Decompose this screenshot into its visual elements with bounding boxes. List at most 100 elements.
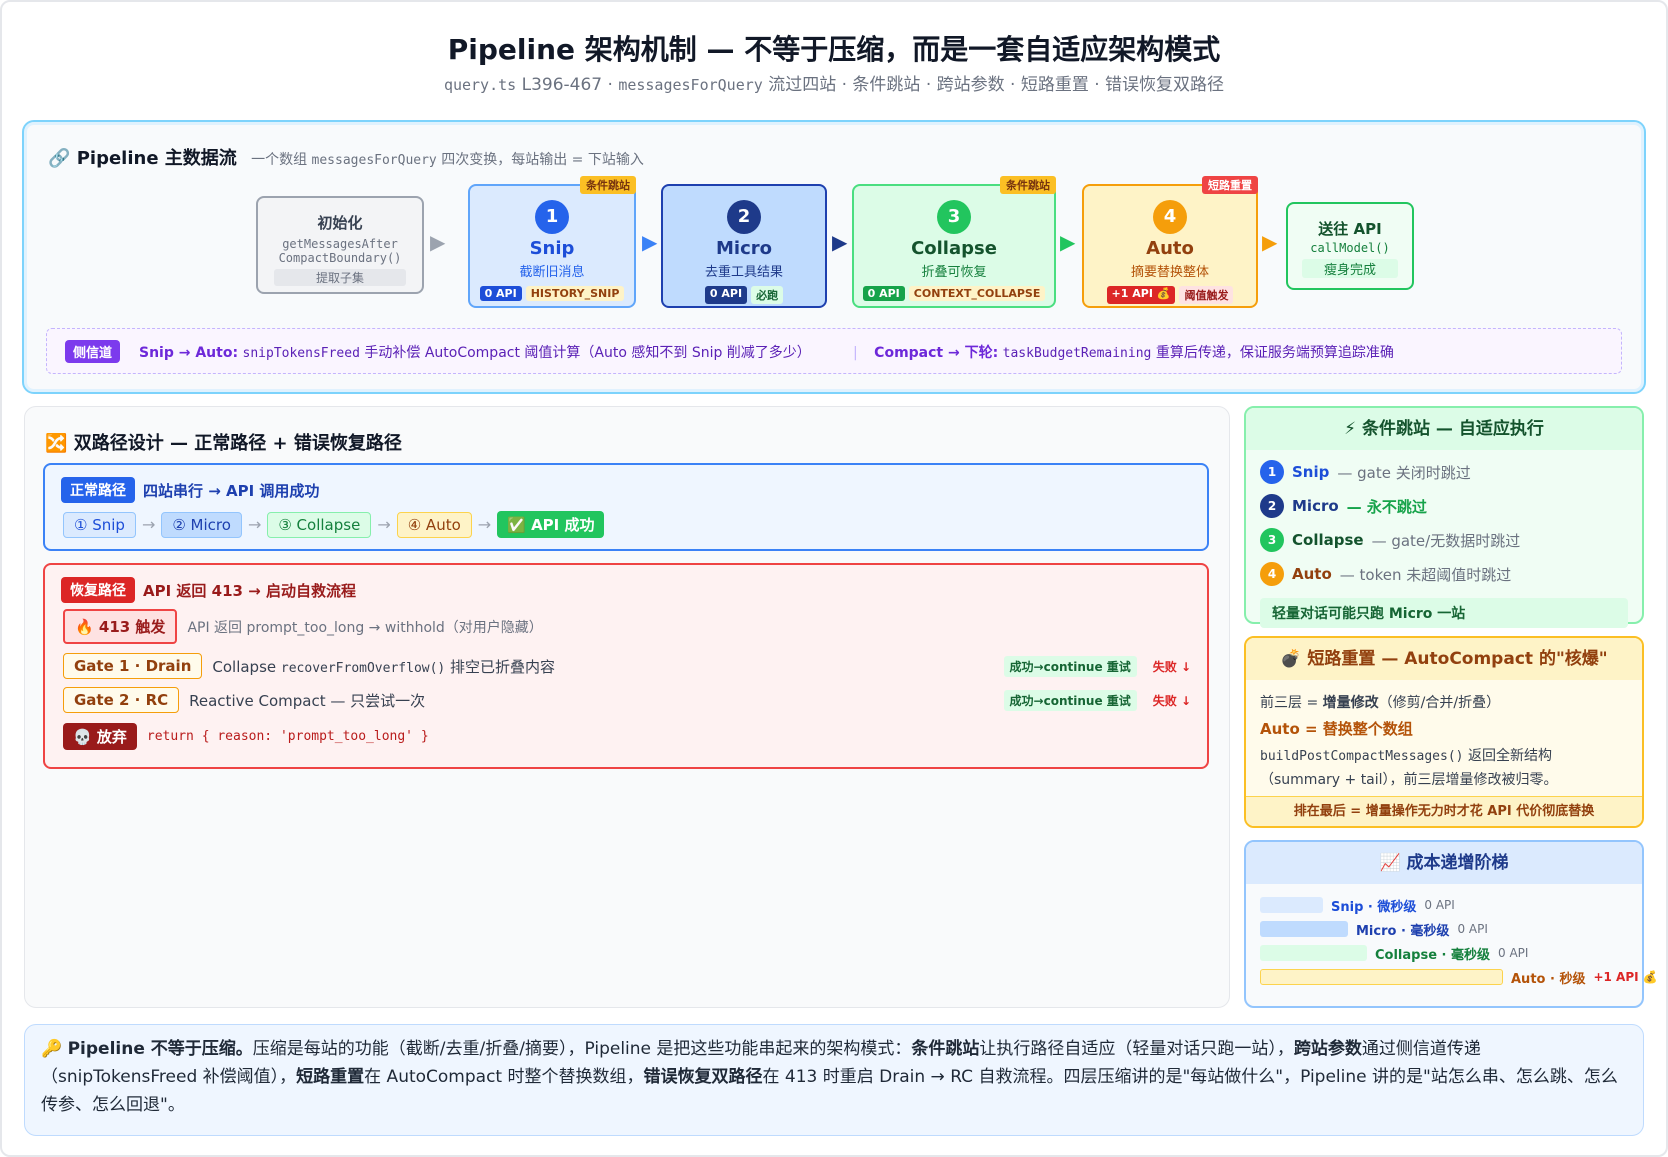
- summary-t4: 在 AutoCompact 时整个替换数组，: [364, 1067, 644, 1087]
- station-snip: 条件跳站 1 Snip 截断旧消息 0 API HISTORY_SNIP: [468, 176, 636, 308]
- chain-chip-success: ✅ API 成功: [497, 511, 605, 538]
- api-badge-micro: 0 API: [704, 286, 748, 304]
- station-number-2: 2: [727, 200, 761, 234]
- send-name: 送往 API: [1318, 220, 1382, 238]
- conditional-item-auto: 4 Auto — token 未超阈值时跳过: [1260, 562, 1642, 586]
- conditional-name-snip: Snip: [1292, 463, 1330, 481]
- abandon-badge: 💀 放弃: [63, 723, 137, 750]
- station-number-3: 3: [937, 200, 971, 234]
- summary-b2: 条件跳站: [911, 1039, 980, 1059]
- conditional-num-1: 1: [1260, 460, 1284, 484]
- init-name: 初始化: [317, 214, 363, 232]
- init-node: 初始化 getMessagesAfter CompactBoundary() 提…: [256, 196, 424, 294]
- conditional-desc-snip: — gate 关闭时跳过: [1337, 463, 1471, 482]
- station-collapse: 条件跳站 3 Collapse 折叠可恢复 0 API CONTEXT_COLLA…: [852, 176, 1056, 308]
- station-micro: 2 Micro 去重工具结果 0 API 必跑: [661, 184, 827, 308]
- gate2-desc: Reactive Compact — 只尝试一次: [189, 691, 426, 710]
- conditional-name-micro: Micro: [1292, 497, 1339, 515]
- station-name-collapse: Collapse: [911, 238, 997, 259]
- pipeline-sub-a: 一个数组: [251, 152, 312, 168]
- flag-badge-collapse: CONTEXT_COLLAPSE: [908, 286, 1046, 301]
- subtitle-code-var: messagesForQuery: [618, 76, 763, 94]
- station-desc-collapse: 折叠可恢复: [921, 265, 987, 280]
- gate1-badge: Gate 1 · Drain: [63, 653, 203, 679]
- conditional-item-micro: 2 Micro — 永不跳过: [1260, 494, 1642, 518]
- subtitle-text-b: 流过四站 · 条件跳站 · 跨站参数 · 短路重置 · 错误恢复双路径: [762, 75, 1225, 95]
- cost-row: Auto · 秒级 +1 API 💰: [1260, 966, 1658, 988]
- pipeline-panel: 🔗 Pipeline 主数据流 一个数组 messagesForQuery 四次…: [22, 120, 1646, 394]
- sc-l1-b: 增量修改: [1322, 695, 1379, 711]
- station-name-snip: Snip: [529, 238, 575, 259]
- summary-b5: 错误恢复双路径: [643, 1067, 763, 1087]
- conditional-skip-title: ⚡ 条件跳站 — 自适应执行: [1246, 408, 1642, 450]
- chain-arrow-3: →: [377, 515, 391, 534]
- gate1-desc-a: Collapse: [212, 657, 281, 676]
- cost-rows: Snip · 微秒级 0 API Micro · 毫秒级 0 API Collapse …: [1260, 894, 1658, 988]
- pipeline-title: 🔗 Pipeline 主数据流 一个数组 messagesForQuery 四次…: [48, 144, 644, 170]
- pipeline-subtitle: 一个数组 messagesForQuery 四次变换，每站输出 = 下站输入: [251, 152, 644, 168]
- send-code: callModel(): [1310, 241, 1390, 255]
- cost-row: Snip · 微秒级 0 API: [1260, 894, 1628, 916]
- sc-l1-a: 前三层 =: [1260, 695, 1323, 711]
- side-channel-bar: 侧信道 Snip → Auto: snipTokensFreed 手动补偿 Au…: [46, 328, 1622, 374]
- pipeline-sub-b: 四次变换，每站输出 = 下站输入: [436, 152, 644, 168]
- chain-arrow-4: →: [477, 515, 492, 534]
- cost-api: 0 API: [1457, 922, 1488, 936]
- dual-path-title-text: 双路径设计 — 正常路径 + 错误恢复路径: [73, 433, 402, 454]
- pipeline-arrow-3: ▶: [832, 230, 848, 254]
- sc-l3-code: buildPostCompactMessages(): [1260, 749, 1464, 764]
- summary-b1: Pipeline 不等于压缩。: [67, 1039, 253, 1059]
- short-circuit-panel: 💣 短路重置 — AutoCompact 的"核爆" 前三层 = 增量修改（修剪…: [1244, 636, 1644, 828]
- pipeline-arrow-2: ▶: [642, 230, 658, 254]
- dual-path-panel: 🔀 双路径设计 — 正常路径 + 错误恢复路径 正常路径 四站串行 → API …: [24, 406, 1230, 1008]
- cost-row: Micro · 毫秒级 0 API: [1260, 918, 1628, 940]
- short-circuit-title: 💣 短路重置 — AutoCompact 的"核爆": [1246, 638, 1642, 680]
- recovery-path-tag: 恢复路径: [61, 577, 135, 603]
- page-title: Pipeline 架构机制 — 不等于压缩，而是一套自适应架构模式: [447, 33, 1221, 66]
- sc-l3-text: 返回全新结构: [1463, 748, 1552, 764]
- side-channel-b-text: 重算后传递，保证服务端预算追踪准确: [1151, 345, 1394, 361]
- gate2-badge: Gate 2 · RC: [63, 687, 180, 713]
- cost-api: 0 API: [1498, 946, 1529, 960]
- side-channel-tag: 侧信道: [65, 340, 121, 363]
- station-number-1: 1: [535, 200, 569, 234]
- key-icon: 🔑: [41, 1039, 63, 1059]
- shuffle-icon: 🔀: [45, 433, 68, 454]
- side-channel-separator: |: [853, 345, 858, 361]
- conditional-item-snip: 1 Snip — gate 关闭时跳过: [1260, 460, 1642, 484]
- flag-badge-micro: 必跑: [751, 286, 784, 304]
- flag-badge-auto: 阈值触发: [1179, 286, 1234, 304]
- station-number-4: 4: [1153, 200, 1187, 234]
- cost-bar: [1260, 921, 1348, 937]
- chain-chip-snip: ① Snip: [63, 511, 136, 538]
- normal-path-tag: 正常路径: [61, 477, 135, 503]
- api-badge-auto: +1 API 💰: [1106, 286, 1176, 304]
- sc-l1-c: （修剪/合并/折叠）: [1378, 695, 1501, 711]
- side-channel-b: | Compact → 下轮: taskBudgetRemaining 重算后传…: [853, 342, 1394, 362]
- station-desc-auto: 摘要替换整体: [1130, 265, 1209, 280]
- cost-api: 0 API: [1424, 898, 1455, 912]
- short-circuit-line-1: 前三层 = 增量修改（修剪/合并/折叠）: [1260, 692, 1642, 712]
- init-desc: 提取子集: [274, 269, 406, 286]
- recovery-path-desc: API 返回 413 → 启动自救流程: [143, 581, 356, 600]
- gate1-desc-b: 排空已折叠内容: [445, 657, 556, 676]
- page-subtitle: query.ts L396-467 · messagesForQuery 流过四…: [0, 70, 1668, 95]
- summary-b3: 跨站参数: [1293, 1039, 1362, 1059]
- side-channel-b-bold: Compact → 下轮:: [874, 345, 999, 361]
- gate1-row: Gate 1 · Drain Collapse recoverFromOverf…: [63, 653, 1191, 679]
- cost-label: Collapse · 毫秒级: [1375, 947, 1491, 963]
- conditional-name-collapse: Collapse: [1292, 531, 1364, 549]
- normal-path-chain: ① Snip → ② Micro → ③ Collapse → ④ Auto →…: [63, 511, 605, 538]
- chain-chip-auto: ④ Auto: [396, 511, 472, 538]
- cost-bar: [1260, 945, 1367, 961]
- api-badge-snip: 0 API: [479, 286, 522, 301]
- cost-ladder-panel: 📈 成本递增阶梯 Snip · 微秒级 0 API Micro · 毫秒级 0 API…: [1244, 840, 1658, 1008]
- summary-t2: 让执行路径自适应（轻量对话只跑一站），: [979, 1039, 1294, 1059]
- normal-path-box: 正常路径 四站串行 → API 调用成功 ① Snip → ② Micro → …: [43, 463, 1209, 551]
- conditional-note: 轻量对话可能只跑 Micro 一站: [1260, 598, 1628, 628]
- send-api-node: 送往 API callModel() 瘦身完成: [1286, 202, 1414, 290]
- cost-bar: [1260, 897, 1323, 913]
- corner-badge-snip: 条件跳站: [580, 176, 636, 194]
- side-channel-a: Snip → Auto: snipTokensFreed 手动补偿 AutoCo…: [139, 342, 811, 362]
- gate1-desc: Collapse recoverFromOverflow() 排空已折叠内容: [212, 656, 993, 677]
